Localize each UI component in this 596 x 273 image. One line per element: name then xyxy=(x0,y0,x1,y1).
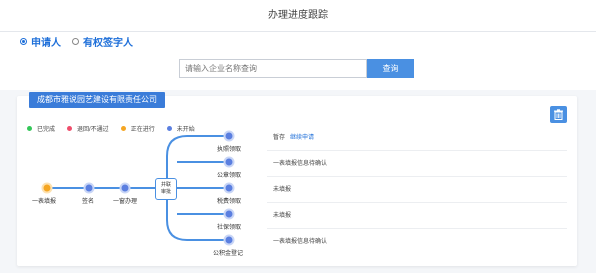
radio-unchecked-icon[interactable] xyxy=(72,37,79,45)
status-text: 未填报 xyxy=(273,187,292,193)
branch-label: 执照领取 xyxy=(217,147,242,153)
page-title: 办理进度跟踪 xyxy=(268,10,328,21)
status-text: 一表填报信息待确认 xyxy=(273,239,328,245)
branch-node-not-started xyxy=(223,156,235,168)
step-node-in-progress xyxy=(41,182,53,194)
branch-label: 社保领取 xyxy=(217,225,242,231)
branch-label: 税费领取 xyxy=(217,199,242,205)
step-label: 一表填报 xyxy=(32,199,57,205)
page-header: 办理进度跟踪 xyxy=(0,0,596,32)
radio-checked-icon[interactable] xyxy=(20,37,27,45)
status-text: 未填报 xyxy=(273,213,292,219)
radio-applicant[interactable]: 申请人 xyxy=(20,34,61,49)
search-area: 查询 xyxy=(0,50,596,90)
row-divider xyxy=(267,150,567,151)
branch-label: 公积金登记 xyxy=(213,251,244,257)
radio-authorized-signer-label[interactable]: 有权签字人 xyxy=(83,34,133,49)
branch-node-not-started xyxy=(223,208,235,220)
branch-label: 公章领取 xyxy=(217,173,242,179)
row-divider xyxy=(267,202,567,203)
branch-node-not-started xyxy=(223,234,235,246)
process-flow-diagram: 一表填报 签名 一窗办理 并联 审批 执照领取 公章领取 税费领取 社保领取 公… xyxy=(17,96,577,266)
radio-applicant-label[interactable]: 申请人 xyxy=(31,34,61,49)
radio-authorized-signer[interactable]: 有权签字人 xyxy=(72,34,133,49)
branch-node-not-started xyxy=(223,130,235,142)
hub-label: 审批 xyxy=(160,189,171,195)
status-text: 一表填报信息待确认 xyxy=(273,161,328,167)
company-search-input[interactable] xyxy=(179,59,367,78)
search-button[interactable]: 查询 xyxy=(367,59,414,78)
company-progress-card: 成都市雅说园艺建设有限责任公司 已完成 退回/不通过 正在进行 未开始 一表填报… xyxy=(17,92,577,266)
row-divider xyxy=(267,176,567,177)
row-divider xyxy=(267,228,567,229)
branch-node-not-started xyxy=(223,182,235,194)
parallel-approval-hub: 并联 审批 xyxy=(155,178,177,200)
applicant-type-selector: 申请人 有权签字人 xyxy=(0,32,596,50)
status-text: 暂存 xyxy=(273,135,286,141)
step-node-not-started xyxy=(83,182,95,194)
step-label: 签名 xyxy=(82,199,95,205)
progress-tracking-page: 办理进度跟踪 申请人 有权签字人 查询 成都市雅说园艺建设有限责任公司 xyxy=(0,0,596,273)
step-node-not-started xyxy=(119,182,131,194)
hub-label: 并联 xyxy=(160,182,171,188)
continue-application-link[interactable]: 继续申请 xyxy=(290,132,314,141)
step-label: 一窗办理 xyxy=(113,199,138,205)
